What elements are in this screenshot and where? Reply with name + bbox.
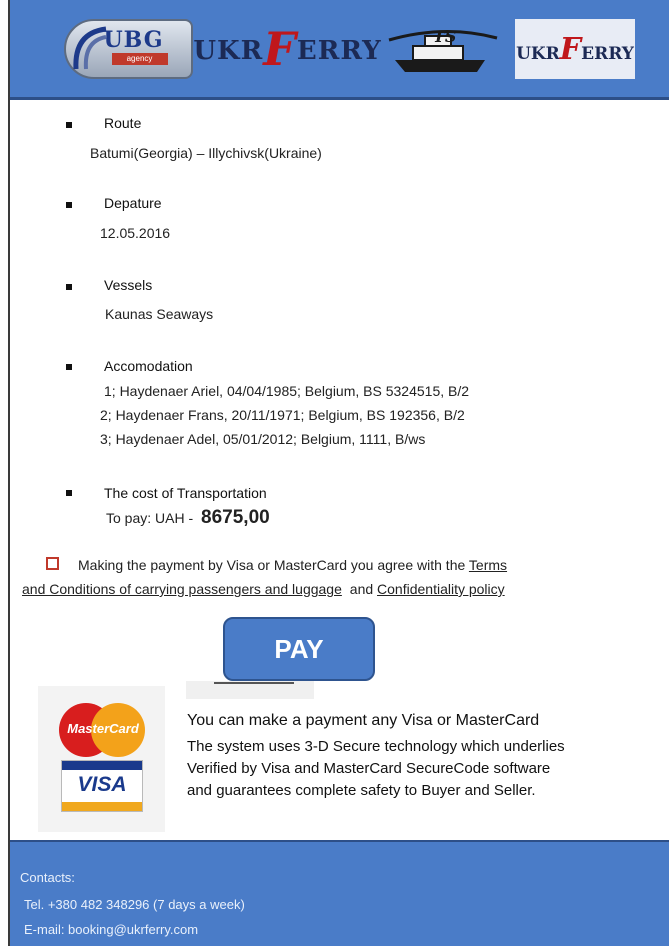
payment-info-heading: You can make a payment any Visa or Maste… [187, 712, 540, 729]
passenger-row: 3; Haydenaer Adel, 05/01/2012; Belgium, … [100, 431, 426, 447]
payment-info-line: The system uses 3-D Secure technology wh… [187, 738, 565, 755]
cost-line: To pay: UAH - 8675,00 [106, 507, 270, 529]
cost-label: The cost of Transportation [104, 485, 267, 501]
agreement-line-1: Making the payment by Visa or MasterCard… [78, 557, 507, 573]
mastercard-logo: MasterCard [59, 703, 145, 757]
agreement-line-2: and Conditions of carrying passengers an… [22, 581, 505, 597]
vessels-label: Vessels [104, 277, 153, 293]
mastercard-logo-text: MasterCard [67, 721, 139, 736]
visa-top-stripe [62, 761, 142, 770]
ukrferry-logo: UKRFERRY [193, 18, 380, 80]
contacts-label: Contacts: [20, 870, 75, 885]
visa-logo: VISA [61, 760, 143, 812]
ukrferry-small-badge: UKRFERRY [515, 19, 635, 79]
bullet-icon [66, 364, 72, 370]
ubg-logo-badge: UBG agency [63, 19, 193, 79]
ukrferry-logo-text: UKRFERRY [193, 22, 381, 76]
fts-ship-icon: TS [385, 20, 500, 78]
contact-email[interactable]: E-mail: booking@ukrferry.com [24, 922, 198, 937]
fts-logo: TS [380, 18, 505, 80]
ukrferry-logo-part-b: ERRY [296, 36, 382, 66]
agreement-and: and [349, 581, 374, 597]
header-banner: UBG agency UKRFERRY TS UKRFERRY [10, 0, 669, 100]
ukrferry-logo-f: F [263, 22, 297, 76]
ukrferry-logo-part-a: UKR [193, 36, 264, 66]
agreement-text: Making the payment by Visa or MasterCard… [78, 557, 466, 573]
footer: Contacts: Tel. +380 482 348296 (7 days a… [10, 842, 669, 946]
ukrferry-small-text: UKRFERRY [516, 31, 634, 67]
ukrferry-small-logo: UKRFERRY [510, 18, 640, 80]
ubg-logo-text: UBG [103, 27, 164, 53]
privacy-policy-link[interactable]: Confidentiality policy [377, 581, 505, 597]
pay-button-underline [214, 682, 294, 684]
left-border [8, 0, 10, 946]
ukrferry-small-part-b: ERRY [581, 43, 634, 64]
accommodation-label: Accomodation [104, 358, 193, 374]
pay-button[interactable]: PAY [223, 617, 375, 681]
ukrferry-small-part-a: UKR [516, 43, 560, 64]
ubg-agency-logo: UBG agency [58, 18, 198, 80]
departure-label: Depature [104, 195, 162, 211]
terms-link-continued[interactable]: and Conditions of carrying passengers an… [22, 581, 342, 597]
route-value: Batumi(Georgia) – Illychivsk(Ukraine) [90, 145, 322, 161]
bullet-icon [66, 122, 72, 128]
departure-value: 12.05.2016 [100, 225, 171, 241]
visa-logo-text: VISA [77, 773, 127, 796]
cost-prefix: To pay: UAH - [106, 510, 194, 526]
bullet-icon [66, 490, 72, 496]
bullet-icon [66, 202, 72, 208]
svg-text:TS: TS [433, 27, 456, 46]
cost-amount: 8675,00 [201, 507, 270, 528]
ubg-logo-subtext: agency [111, 53, 168, 65]
payment-info-line: and guarantees complete safety to Buyer … [187, 782, 536, 799]
route-label: Route [104, 115, 142, 131]
passenger-row: 1; Haydenaer Ariel, 04/04/1985; Belgium,… [104, 383, 470, 399]
bullet-icon [66, 284, 72, 290]
passenger-row: 2; Haydenaer Frans, 20/11/1971; Belgium,… [100, 407, 465, 423]
agree-checkbox[interactable] [46, 557, 59, 570]
terms-link[interactable]: Terms [469, 557, 507, 573]
contact-phone: Tel. +380 482 348296 (7 days a week) [24, 897, 245, 912]
payment-info-line: Verified by Visa and MasterCard SecureCo… [187, 760, 551, 777]
vessels-value: Kaunas Seaways [105, 306, 214, 322]
visa-bottom-stripe [62, 802, 142, 811]
